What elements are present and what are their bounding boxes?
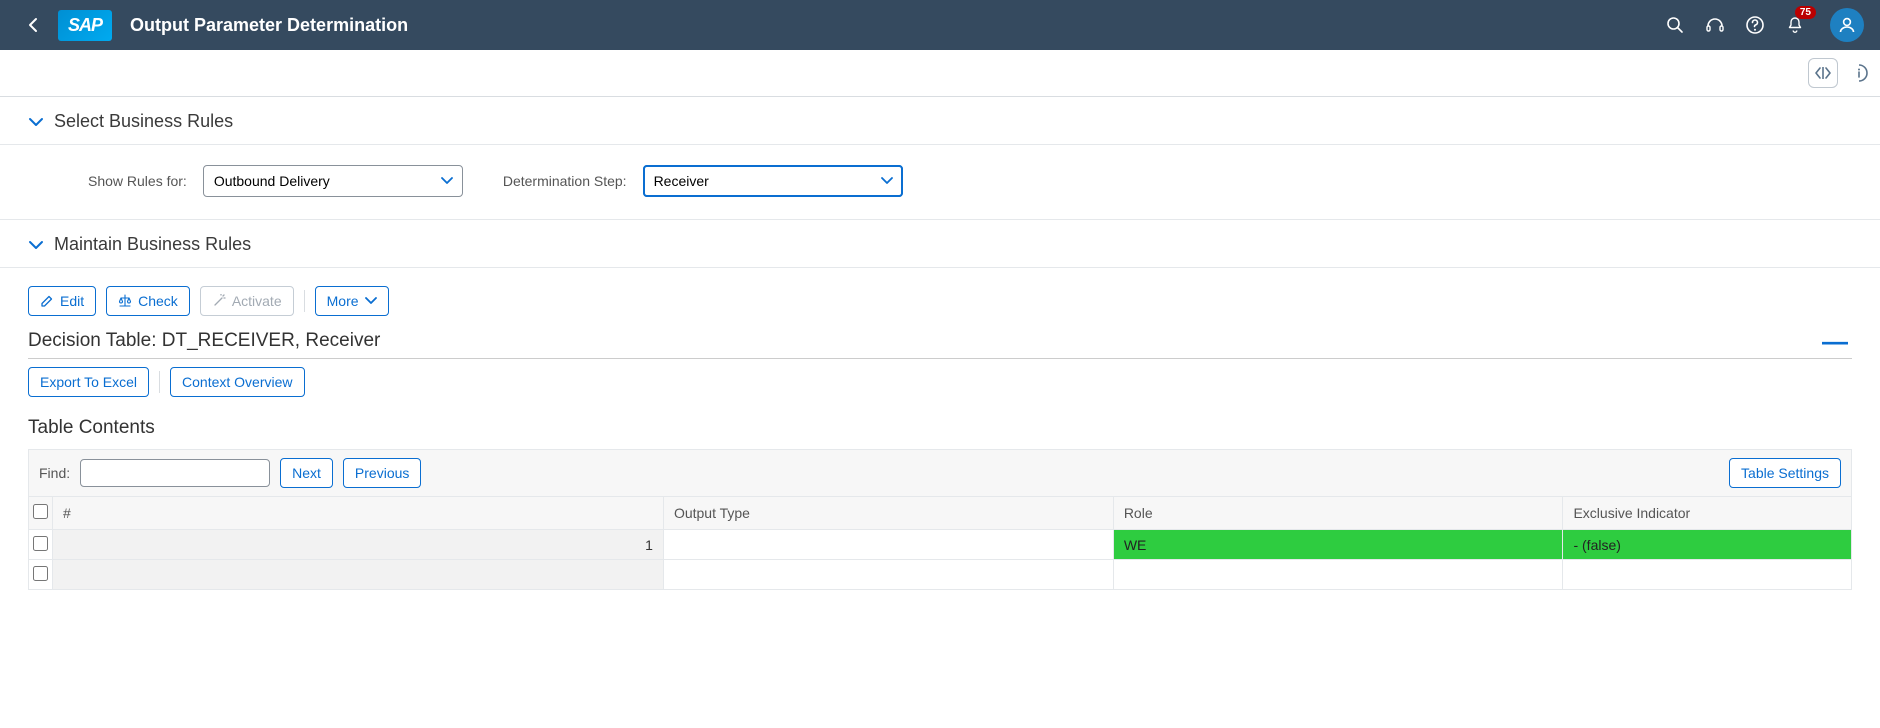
filter-fields: Show Rules for: Outbound Delivery Determ… — [28, 161, 1852, 203]
show-rules-for-select[interactable]: Outbound Delivery — [203, 165, 463, 197]
rules-toolbar: Edit Check Activate More — [28, 286, 1852, 326]
col-output-type-header[interactable]: Output Type — [663, 497, 1113, 530]
section-title: Select Business Rules — [54, 111, 233, 132]
row-output-type-cell[interactable] — [663, 560, 1113, 590]
decision-table-title-row: Decision Table: DT_RECEIVER, Receiver — — [28, 326, 1852, 359]
chevron-down-icon — [365, 296, 377, 306]
table-row: 1 WE - (false) — [29, 530, 1852, 560]
find-previous-button[interactable]: Previous — [343, 458, 421, 488]
page-title: Output Parameter Determination — [130, 15, 1664, 36]
help-icon — [1745, 15, 1765, 35]
find-next-button[interactable]: Next — [280, 458, 333, 488]
collapse-panels-button[interactable] — [1808, 58, 1838, 88]
maintain-business-rules-header[interactable]: Maintain Business Rules — [0, 220, 1880, 267]
page-actions-bar — [0, 50, 1880, 96]
chevron-down-icon — [28, 115, 44, 129]
chevron-down-icon — [28, 238, 44, 252]
maintain-business-rules-body: Edit Check Activate More Decision Table:… — [0, 267, 1880, 606]
notification-badge: 75 — [1795, 6, 1816, 19]
section-title: Maintain Business Rules — [54, 234, 251, 255]
select-all-checkbox[interactable] — [33, 504, 48, 519]
show-rules-for-label: Show Rules for: — [88, 173, 187, 189]
find-label: Find: — [39, 465, 70, 481]
select-business-rules-header[interactable]: Select Business Rules — [0, 97, 1880, 144]
edit-button-label: Edit — [60, 293, 84, 309]
edit-button[interactable]: Edit — [28, 286, 96, 316]
activate-button-label: Activate — [232, 293, 282, 309]
find-input[interactable] — [80, 459, 270, 487]
table-settings-label: Table Settings — [1741, 465, 1829, 481]
row-role-cell[interactable] — [1113, 560, 1563, 590]
find-bar: Find: Next Previous Table Settings — [28, 449, 1852, 496]
row-num-cell[interactable] — [53, 560, 664, 590]
table-header-row: # Output Type Role Exclusive Indicator — [29, 497, 1852, 530]
check-button-label: Check — [138, 293, 178, 309]
context-overview-button[interactable]: Context Overview — [170, 367, 304, 397]
maintain-business-rules-section: Maintain Business Rules Edit Check Activ… — [0, 220, 1880, 606]
row-checkbox[interactable] — [33, 566, 48, 581]
select-all-header — [29, 497, 53, 530]
determination-step-select[interactable]: Receiver — [643, 165, 903, 197]
row-checkbox[interactable] — [33, 536, 48, 551]
table-row — [29, 560, 1852, 590]
scales-icon — [118, 294, 132, 308]
row-role-cell[interactable]: WE — [1113, 530, 1563, 560]
decision-table-title: Decision Table: DT_RECEIVER, Receiver — [28, 330, 380, 352]
context-overview-label: Context Overview — [182, 374, 292, 390]
row-output-type-cell[interactable] — [663, 530, 1113, 560]
row-select-cell — [29, 530, 53, 560]
notifications-button[interactable]: 75 — [1784, 14, 1806, 36]
check-button[interactable]: Check — [106, 286, 190, 316]
search-icon — [1666, 16, 1684, 34]
activate-button: Activate — [200, 286, 294, 316]
collapse-panel-button[interactable]: — — [1822, 334, 1852, 348]
col-num-header[interactable]: # — [53, 497, 664, 530]
headset-icon — [1705, 15, 1725, 35]
row-exclusive-indicator-cell[interactable]: - (false) — [1563, 530, 1852, 560]
support-button[interactable] — [1704, 14, 1726, 36]
find-next-label: Next — [292, 465, 321, 481]
row-num-cell[interactable]: 1 — [53, 530, 664, 560]
collapse-icon — [1815, 66, 1831, 80]
person-icon — [1837, 15, 1857, 35]
info-half-icon — [1850, 64, 1868, 82]
show-rules-for-group: Show Rules for: Outbound Delivery — [88, 165, 463, 197]
decision-table: # Output Type Role Exclusive Indicator 1… — [28, 496, 1852, 590]
determination-step-select-wrap: Receiver — [643, 165, 903, 197]
export-to-excel-label: Export To Excel — [40, 374, 137, 390]
user-avatar[interactable] — [1830, 8, 1864, 42]
col-role-header[interactable]: Role — [1113, 497, 1563, 530]
show-rules-for-select-wrap: Outbound Delivery — [203, 165, 463, 197]
help-button[interactable] — [1744, 14, 1766, 36]
row-exclusive-indicator-cell[interactable] — [1563, 560, 1852, 590]
back-button[interactable] — [16, 11, 50, 39]
wand-icon — [212, 294, 226, 308]
more-button-label: More — [327, 293, 359, 309]
header-icons: 75 — [1664, 8, 1864, 42]
table-settings-button[interactable]: Table Settings — [1729, 458, 1841, 488]
determination-step-group: Determination Step: Receiver — [503, 165, 903, 197]
app-header: SAP Output Parameter Determination 75 — [0, 0, 1880, 50]
pencil-icon — [40, 294, 54, 308]
find-previous-label: Previous — [355, 465, 409, 481]
col-exclusive-indicator-header[interactable]: Exclusive Indicator — [1563, 497, 1852, 530]
determination-step-label: Determination Step: — [503, 173, 627, 189]
select-business-rules-section: Select Business Rules Show Rules for: Ou… — [0, 97, 1880, 220]
sap-logo: SAP — [58, 10, 112, 41]
divider — [304, 290, 305, 312]
divider — [159, 371, 160, 393]
decision-table-toolbar: Export To Excel Context Overview — [28, 367, 1852, 411]
search-button[interactable] — [1664, 14, 1686, 36]
select-business-rules-body: Show Rules for: Outbound Delivery Determ… — [0, 144, 1880, 219]
chevron-left-icon — [26, 17, 40, 33]
info-button[interactable] — [1844, 58, 1874, 88]
table-contents-title: Table Contents — [28, 411, 1852, 449]
more-button[interactable]: More — [315, 286, 389, 316]
export-to-excel-button[interactable]: Export To Excel — [28, 367, 149, 397]
row-select-cell — [29, 560, 53, 590]
